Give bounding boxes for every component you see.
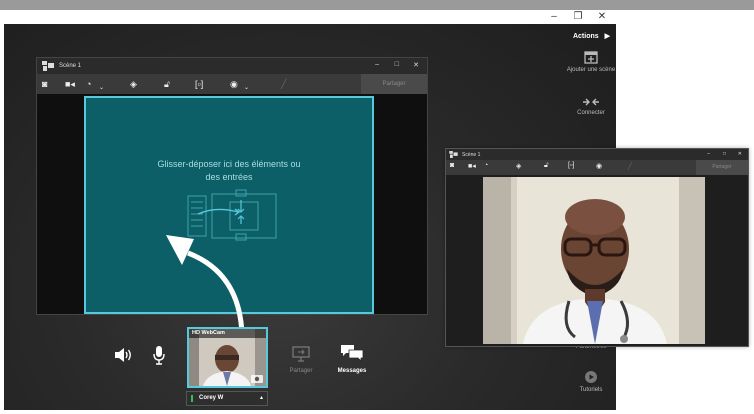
popup-titlebar: Scène 1 – □ ✕: [446, 149, 748, 160]
popup-video-camera-icon[interactable]: ■◂: [468, 162, 476, 170]
tutorials-label: Tutoriels: [579, 387, 603, 393]
minimize-icon[interactable]: –: [546, 10, 562, 24]
add-scene-icon: [584, 51, 598, 64]
popup-maximize-icon[interactable]: □: [723, 151, 726, 157]
record-dropdown-icon[interactable]: ⌄: [244, 82, 249, 94]
scene-toolbar: ◙ ■◂ ◔ ⌄ ◈ 🔓︎ [▫] ◉ ⌄ ╱ Partager: [37, 74, 427, 94]
microphone-icon[interactable]: [152, 345, 166, 365]
popup-video-feed[interactable]: [483, 177, 705, 344]
pencil-icon[interactable]: ╱: [281, 78, 286, 90]
camera-label: HD WebCam: [189, 329, 266, 338]
drop-instructions: Glisser-déposer ici des éléments ou des …: [86, 158, 372, 184]
user-selector-chevron-up-icon: ▴: [259, 395, 263, 401]
scene-titlebar: Scène 1 – □ ✕: [37, 58, 427, 74]
connect-icon: [583, 98, 599, 106]
app-titlebar: – ❐ ✕: [4, 10, 616, 24]
popup-scene-window: Scène 1 – □ ✕ ◙ ■◂ ◔ ◈ 🔓︎ [▫] ◉ ╱ Partag…: [445, 148, 749, 347]
connect-button[interactable]: Connecter: [566, 97, 616, 117]
connect-label: Connecter: [577, 110, 605, 116]
scene-close-icon[interactable]: ✕: [413, 61, 419, 69]
tutorials-button[interactable]: Tutoriels: [566, 370, 616, 394]
popup-record-icon[interactable]: ◉: [596, 162, 602, 170]
messages-icon[interactable]: [340, 344, 364, 362]
add-scene-label: Ajouter une scène: [566, 67, 616, 73]
popup-title: Scène 1: [462, 152, 481, 158]
speaker-icon[interactable]: [113, 346, 133, 364]
scene-title: Scène 1: [59, 63, 82, 69]
popup-logo-icon: [449, 151, 458, 158]
timer-dropdown-icon[interactable]: ⌄: [99, 82, 104, 94]
popup-pencil-icon[interactable]: ╱: [628, 162, 632, 170]
popup-toolbar: ◙ ■◂ ◔ ◈ 🔓︎ [▫] ◉ ╱ Partager: [446, 160, 748, 175]
timer-icon[interactable]: ◔: [86, 78, 91, 90]
camera-snapshot-icon[interactable]: [251, 374, 263, 383]
drop-instructions-line2: des entrées: [205, 172, 253, 182]
share-screen-icon[interactable]: [292, 346, 310, 362]
drop-instructions-line1: Glisser-déposer ici des éléments ou: [157, 159, 301, 169]
popup-timer-icon[interactable]: ◔: [484, 162, 488, 169]
popup-snapshot-icon[interactable]: ◙: [450, 162, 454, 169]
snapshot-icon[interactable]: ◙: [42, 78, 47, 90]
drag-arrow-icon: [166, 235, 245, 336]
record-icon[interactable]: ◉: [230, 78, 238, 90]
restore-icon[interactable]: ❐: [570, 10, 586, 24]
popup-close-icon[interactable]: ✕: [738, 151, 742, 157]
user-name: Corey W: [199, 395, 224, 401]
scene-minimize-icon[interactable]: –: [375, 61, 379, 68]
share-label: Partager: [289, 368, 313, 374]
actions-label: Actions: [572, 33, 599, 40]
close-icon[interactable]: ✕: [594, 10, 610, 24]
layers-icon[interactable]: ◈: [130, 78, 137, 90]
scene-logo-icon: [42, 61, 54, 71]
tutorial-play-icon: [585, 371, 597, 383]
scene-maximize-icon[interactable]: □: [395, 61, 399, 68]
messages-label: Messages: [337, 368, 367, 374]
play-triangle-icon: ▶: [604, 33, 610, 40]
add-scene-button[interactable]: Ajouter une scène: [566, 50, 616, 74]
scene-share-button[interactable]: Partager: [361, 74, 427, 94]
video-camera-icon[interactable]: ■◂: [65, 78, 75, 90]
popup-fit-frame-icon[interactable]: [▫]: [568, 162, 574, 169]
popup-layers-icon[interactable]: ◈: [516, 162, 521, 170]
lock-icon[interactable]: 🔓︎: [164, 78, 170, 90]
fit-frame-icon[interactable]: [▫]: [195, 78, 203, 90]
camera-thumbnail[interactable]: HD WebCam: [187, 327, 268, 388]
popup-share-button[interactable]: Partager: [696, 160, 748, 175]
user-status-indicator: [191, 395, 193, 402]
popup-minimize-icon[interactable]: –: [707, 151, 710, 157]
actions-menu[interactable]: Actions ▶: [573, 32, 610, 40]
top-strip: [0, 0, 754, 10]
user-selector[interactable]: Corey W ▴: [186, 391, 268, 406]
popup-lock-icon[interactable]: 🔓︎: [544, 162, 549, 170]
webcam-person-image: [483, 177, 705, 344]
